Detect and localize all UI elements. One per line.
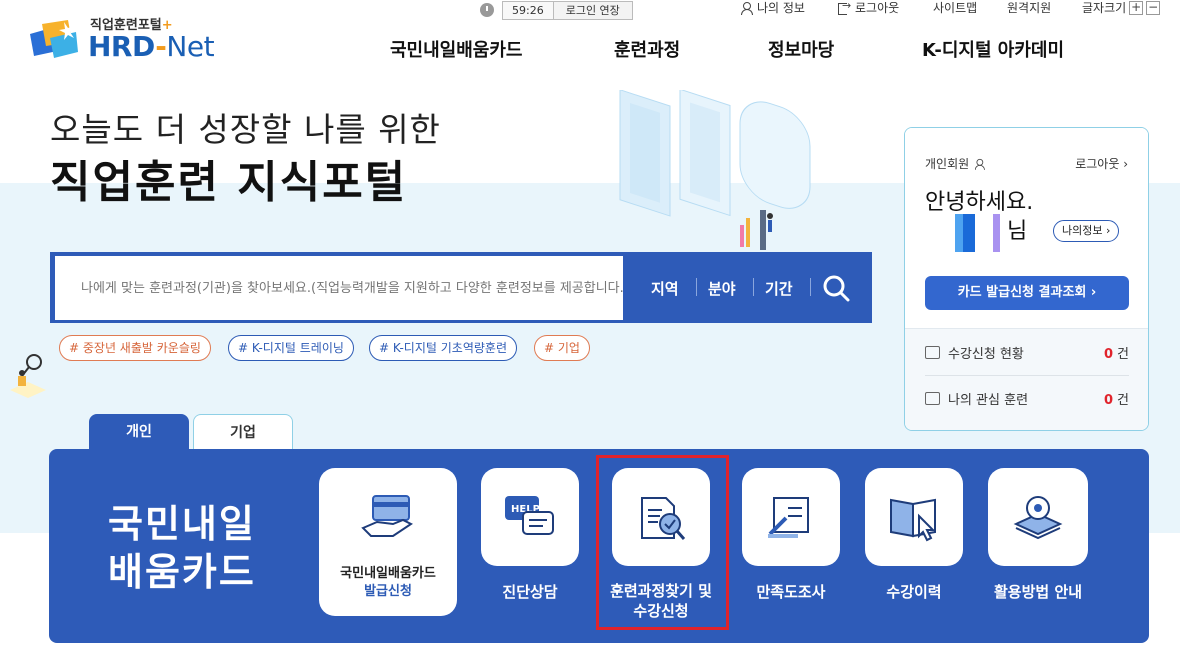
hrd-net-logo[interactable]: 직업훈련포털+ HRD-Net xyxy=(28,14,228,64)
remote-support-link[interactable]: 원격지원 xyxy=(1007,0,1051,16)
timer-value: 59:26 xyxy=(502,0,554,20)
interest-training-row[interactable]: 나의 관심 훈련 0건 xyxy=(925,386,1129,410)
filter-divider xyxy=(810,278,811,296)
font-increase-button[interactable]: + xyxy=(1129,1,1144,15)
tag-company[interactable]: # 기업 xyxy=(534,335,590,361)
font-decrease-button[interactable]: − xyxy=(1146,1,1161,15)
logout-label: 로그아웃 xyxy=(855,1,900,15)
filter-divider xyxy=(696,278,697,296)
clock-icon xyxy=(480,3,494,17)
logout-icon xyxy=(838,0,851,15)
card-application-result-button[interactable]: 카드 발급신청 결과조회 › xyxy=(925,276,1129,310)
gnb-k-digital-academy[interactable]: K-디지털 아카데미 xyxy=(922,36,1064,62)
stat-count: 0건 xyxy=(1103,346,1129,362)
user-name-masked xyxy=(955,214,963,252)
help-chat-icon: HELP xyxy=(505,496,554,535)
tag-k-digital-training[interactable]: # K-디지털 트레이닝 xyxy=(228,335,354,361)
stat-divider xyxy=(925,375,1129,376)
filter-field[interactable]: 분야 xyxy=(708,278,736,299)
quick-label: 활용방법 안내 xyxy=(993,583,1083,601)
quick-label: 만족도조사 xyxy=(756,583,826,601)
tab-individual[interactable]: 개인 xyxy=(89,414,189,451)
stat-count: 0건 xyxy=(1103,392,1129,408)
my-info-button[interactable]: 나의정보 › xyxy=(1053,220,1120,242)
user-name-masked xyxy=(963,214,975,252)
enrollment-status-row[interactable]: 수강신청 현황 0건 xyxy=(925,340,1129,364)
monitor-icon xyxy=(925,345,940,359)
card-label-line1: 국민내일배움카드 xyxy=(340,566,436,581)
stat-label: 수강신청 현황 xyxy=(948,346,1024,362)
gnb-naeil-card[interactable]: 국민내일배움카드 xyxy=(390,36,522,62)
search-icon[interactable] xyxy=(822,274,850,302)
my-info-label: 나의 정보 xyxy=(757,1,805,15)
greeting-text: 안녕하세요. xyxy=(925,190,1034,215)
hrd-3d-illustration xyxy=(619,90,811,250)
quick-title-line1: 국민내일 xyxy=(108,502,256,546)
quick-label: 진단상담 xyxy=(502,583,558,601)
tag-midlife-counseling[interactable]: # 중장년 새출발 카운슬링 xyxy=(59,335,211,361)
tab-company[interactable]: 기업 xyxy=(193,414,293,451)
panel-logout-link[interactable]: 로그아웃 › xyxy=(1075,155,1128,172)
filter-divider xyxy=(753,278,754,296)
search-bar: 지역 분야 기간 xyxy=(50,252,872,323)
hero-title: 직업훈련 지식포털 xyxy=(50,157,408,208)
survey-pen-icon xyxy=(768,497,809,538)
filter-region[interactable]: 지역 xyxy=(651,278,679,299)
font-size-control: 글자크기 + − xyxy=(1082,0,1161,16)
highlight-annotation-box xyxy=(596,455,729,630)
card-hand-icon xyxy=(361,495,413,537)
font-size-label: 글자크기 xyxy=(1082,1,1127,15)
gnb-info-plaza[interactable]: 정보마당 xyxy=(768,36,834,62)
folder-icon xyxy=(925,391,940,405)
person-icon xyxy=(740,2,753,15)
sitemap-link[interactable]: 사이트맵 xyxy=(933,0,977,16)
user-name-masked xyxy=(993,214,1000,252)
card-issue-application-button[interactable]: 국민내일배움카드 발급신청 xyxy=(319,468,457,616)
hero-subtitle: 오늘도 더 성장할 나를 위한 xyxy=(50,110,441,149)
search-input[interactable] xyxy=(55,256,623,320)
member-panel: 개인회원 로그아웃 › 안녕하세요. 님 나의정보 › 카드 발급신청 결과조회… xyxy=(904,127,1149,431)
quick-menu-title: 국민내일 배움카드 xyxy=(108,500,256,596)
filter-period[interactable]: 기간 xyxy=(765,278,793,299)
logo-mark-icon xyxy=(30,20,78,58)
quick-label: 수강이력 xyxy=(886,583,942,601)
session-timer: 59:26 로그인 연장 xyxy=(480,0,633,20)
quick-title-line2: 배움카드 xyxy=(108,550,256,594)
tag-k-digital-basic[interactable]: # K-디지털 기초역량훈련 xyxy=(369,335,517,361)
login-extend-button[interactable]: 로그인 연장 xyxy=(552,0,633,20)
gear-stack-icon xyxy=(1013,496,1063,540)
gnb-training-course[interactable]: 훈련과정 xyxy=(614,36,680,62)
my-info-link[interactable]: 나의 정보 xyxy=(740,0,805,16)
magnifier-figure-illustration xyxy=(10,354,46,398)
person-icon xyxy=(974,158,986,170)
stat-label: 나의 관심 훈련 xyxy=(948,392,1029,408)
card-label-line2: 발급신청 xyxy=(364,584,412,599)
honorific-suffix: 님 xyxy=(1007,219,1028,244)
book-cursor-icon xyxy=(890,498,936,542)
logo-wordmark: HRD-Net xyxy=(88,30,215,63)
logout-link[interactable]: 로그아웃 xyxy=(838,0,899,16)
member-type-label: 개인회원 xyxy=(925,157,970,171)
member-type: 개인회원 xyxy=(925,155,990,172)
